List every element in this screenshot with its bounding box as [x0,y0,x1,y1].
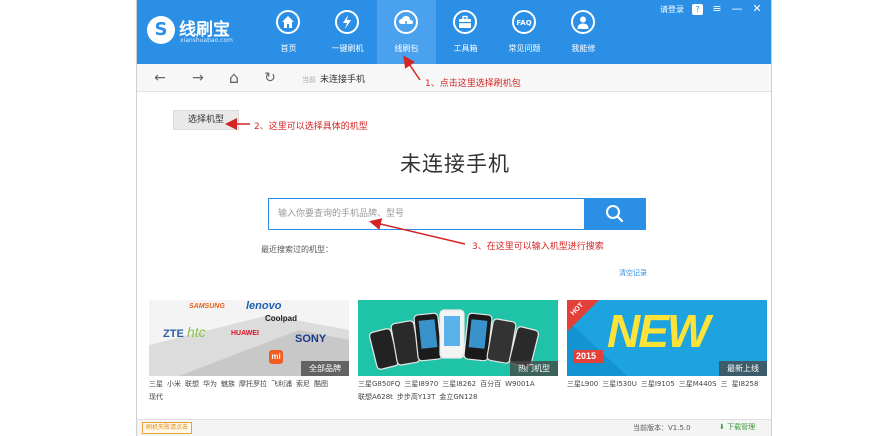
help-icon[interactable]: ? [692,3,703,15]
brand-link[interactable]: 小米 [167,378,181,391]
nav-repair-label: 我能修 [571,44,596,53]
hot-models-caption: 热门机型 [510,361,558,376]
brand-link[interactable]: 酷图 [314,378,328,391]
home-small-icon[interactable]: ⌂ [225,69,243,87]
brand-lenovo: lenovo [246,300,282,312]
search-input[interactable] [269,199,585,229]
annotation-2: 2、这里可以选择具体的机型 [254,122,368,132]
breadcrumb-prefix: 当前 [302,76,316,84]
newest-models-card[interactable]: HOT NEW 2015 最新上线 [567,300,767,376]
model-link[interactable]: 联想A628t [358,391,393,404]
top-bar: 线刷宝 xianshuabao.com 首页 一键刷机 线刷包 [137,0,771,64]
user-icon [571,10,595,34]
brand-link[interactable]: 联想 [185,378,199,391]
menu-icon[interactable]: ≡ [711,3,723,15]
brand-link[interactable]: 魅族 [221,378,235,391]
logo-mark-icon [147,16,175,44]
status-bar: 刷机失败请点击 当前版本：V1.5.0 ⬇ 下载管理 [137,419,771,436]
hot-model-links: 三星G850FQ 三星I8970 三星I8262 百分百 W9001A 联想A628t 步步… [358,378,558,404]
faq-icon: FAQ [512,10,536,34]
login-link[interactable]: 请登录 [660,4,684,15]
hot-models-card[interactable]: 热门机型 [358,300,558,376]
model-link[interactable]: 步步高Y13T [397,391,435,404]
brand-link[interactable]: 索尼 [296,378,310,391]
logo-subtitle: xianshuabao.com [180,37,233,44]
brand-link[interactable]: 华为 [203,378,217,391]
model-link[interactable]: 三星I8970 [404,378,438,391]
brand-link[interactable]: 现代 [149,391,163,404]
model-link[interactable]: 星I8258 [732,378,759,391]
model-link[interactable]: 三星G850FQ [358,378,400,391]
brand-htc: htc [187,324,206,340]
recent-searches-label: 最近搜索过的机型： [261,245,333,254]
nav-faq[interactable]: FAQ 常见问题 [495,0,554,64]
nav-one-click-flash[interactable]: 一键刷机 [318,0,377,64]
nav-flash-package-label: 线刷包 [394,44,419,53]
year-tag: 2015 [576,351,597,361]
version-label: 当前版本：V1.5.0 [633,424,691,432]
nav-repair[interactable]: 我能修 [554,0,613,64]
download-manager-label: 下载管理 [727,423,756,431]
nav-one-click-flash-label: 一键刷机 [331,44,364,53]
brand-zte: ZTE [163,328,184,340]
nav-home-label: 首页 [280,44,297,53]
toolbox-icon [453,10,477,34]
search-icon [606,205,624,223]
refresh-icon[interactable]: ↻ [261,69,279,87]
all-brands-card[interactable]: SAMSUNG lenovo Coolpad ZTE htc HUAWEI SO… [149,300,349,376]
newest-models-caption: 最新上线 [719,361,767,376]
download-manager-link[interactable]: ⬇ 下载管理 [719,422,755,432]
model-link[interactable]: 三星M440S [679,378,717,391]
window-controls: 请登录 ? ≡ — ✕ [660,2,763,16]
brand-mi: mi [269,350,283,364]
search-box [268,198,646,230]
breadcrumb: 当前 未连接手机 [302,72,365,85]
svg-text:FAQ: FAQ [516,19,531,27]
model-link[interactable]: 三星L900 [567,378,598,391]
search-button[interactable] [584,198,646,230]
brand-samsung: SAMSUNG [189,303,225,310]
home-icon [276,10,300,34]
brand-sony: SONY [295,333,327,345]
nav-home[interactable]: 首页 [259,0,318,64]
all-brands-caption: 全部品牌 [301,361,349,376]
model-link[interactable]: 三星I8262 [442,378,476,391]
app-window: 线刷宝 xianshuabao.com 首页 一键刷机 线刷包 [136,0,772,436]
nav-toolbox[interactable]: 工具箱 [436,0,495,64]
close-icon[interactable]: ✕ [751,3,763,15]
brand-link[interactable]: 三星 [149,378,163,391]
nav-faq-label: 常见问题 [508,44,541,53]
model-link[interactable]: 金立GN128 [439,391,477,404]
model-link[interactable]: 三星I530U [602,378,637,391]
new-banner-text: NEW [607,305,710,357]
connection-status-title: 未连接手机 [400,152,510,176]
brand-links: 三星 小米 联想 华为 魅族 摩托罗拉 飞利浦 索尼 酷图现代 [149,378,349,404]
model-link[interactable]: W9001A [505,378,535,391]
forward-arrow-icon[interactable]: → [189,69,207,87]
model-link[interactable]: 三 [721,378,728,391]
flash-failure-feedback-button[interactable]: 刷机失败请点击 [142,422,193,434]
main-nav: 首页 一键刷机 线刷包 工具箱 FAQ 常见问题 我能修 [259,0,613,64]
flash-icon [335,10,359,34]
brand-link[interactable]: 飞利浦 [271,378,292,391]
cloud-download-icon [394,10,418,34]
annotation-1: 1、点击这里选择刷机包 [425,79,521,89]
annotation-3: 3、在这里可以输入机型进行搜索 [472,242,604,252]
breadcrumb-current: 未连接手机 [320,75,366,85]
nav-flash-package[interactable]: 线刷包 [377,0,436,64]
model-link[interactable]: 三星I9105 [641,378,675,391]
brand-coolpad: Coolpad [265,314,297,323]
select-model-button[interactable]: 选择机型 [173,110,239,130]
brand-huawei: HUAWEI [231,330,259,337]
back-arrow-icon[interactable]: ← [151,69,169,87]
minimize-icon[interactable]: — [731,3,743,15]
model-link[interactable]: 百分百 [480,378,501,391]
nav-toolbox-label: 工具箱 [453,44,478,53]
clear-history-link[interactable]: 清空记录 [619,268,647,278]
newest-model-links: 三星L900 三星I530U 三星I9105 三星M440S 三星I8258 [567,378,767,391]
logo: 线刷宝 xianshuabao.com [147,14,267,50]
brand-link[interactable]: 摩托罗拉 [239,378,267,391]
